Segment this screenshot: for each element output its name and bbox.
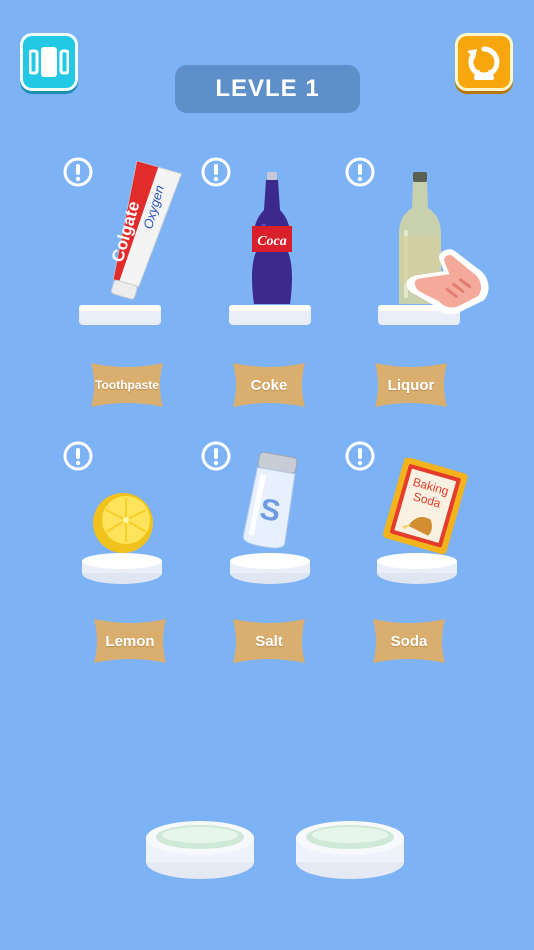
label-text: Lemon xyxy=(105,632,155,650)
cards-menu-icon xyxy=(29,47,69,77)
label-text: Liquor xyxy=(387,376,435,394)
label-text: Coke xyxy=(250,376,288,394)
menu-button[interactable] xyxy=(20,33,78,91)
drop-slot-left[interactable] xyxy=(144,818,256,882)
hint-alert-icon[interactable] xyxy=(201,157,231,187)
label-tag-lemon[interactable]: Lemon xyxy=(92,617,168,665)
hint-alert-icon[interactable] xyxy=(63,157,93,187)
label-tag-liquor[interactable]: Liquor xyxy=(373,361,449,409)
bottle-label-text: Coca xyxy=(257,234,287,249)
level-title: LEVLE 1 xyxy=(175,65,360,113)
salt-shaker-icon[interactable]: S xyxy=(238,450,302,550)
coke-bottle-icon[interactable]: Coca xyxy=(248,170,296,308)
item-pedestal xyxy=(230,553,310,584)
label-tag-toothpaste[interactable]: Toothpaste xyxy=(89,361,165,409)
label-tag-soda[interactable]: Soda xyxy=(371,617,447,665)
hint-alert-icon[interactable] xyxy=(63,441,93,471)
hint-alert-icon[interactable] xyxy=(201,441,231,471)
label-tag-salt[interactable]: Salt xyxy=(231,617,307,665)
colgate-toothpaste-icon[interactable]: Colgate Oxygen xyxy=(96,155,186,307)
baking-soda-box-icon[interactable]: Baking Soda xyxy=(382,458,470,556)
level-text: LEVLE 1 xyxy=(215,75,320,102)
label-text: Salt xyxy=(255,632,283,650)
label-text: Soda xyxy=(390,632,428,650)
restart-arrow-icon xyxy=(467,46,500,80)
restart-button[interactable] xyxy=(455,33,513,91)
lemon-icon[interactable] xyxy=(90,490,156,556)
item-pedestal xyxy=(82,553,162,584)
label-tag-coke[interactable]: Coke xyxy=(231,361,307,409)
tutorial-hand-pointer xyxy=(406,249,489,315)
hint-alert-icon[interactable] xyxy=(345,157,375,187)
hint-alert-icon[interactable] xyxy=(345,441,375,471)
label-text: Toothpaste xyxy=(95,378,159,392)
item-pedestal xyxy=(377,553,457,584)
drop-slot-right[interactable] xyxy=(294,818,406,882)
